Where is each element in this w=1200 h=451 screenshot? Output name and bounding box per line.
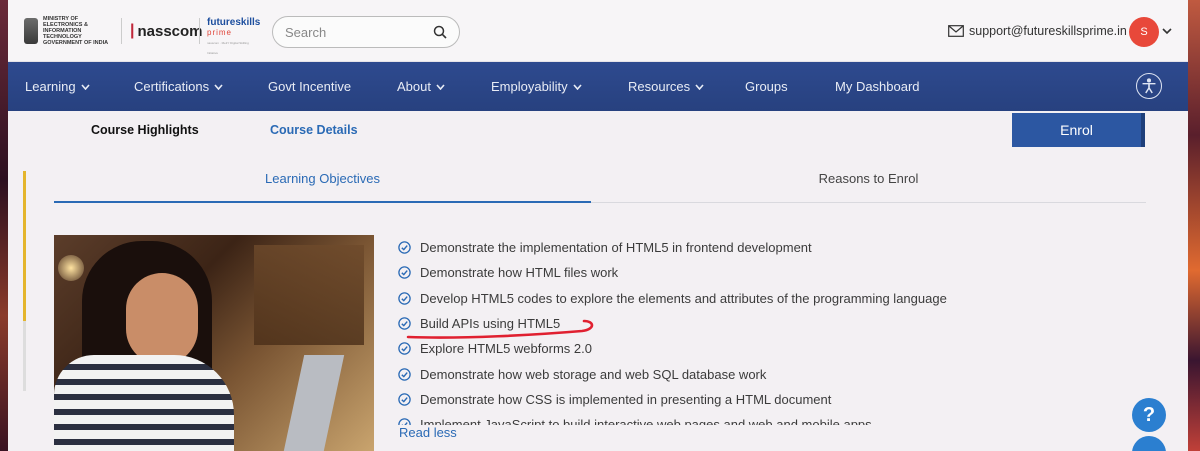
check-circle-icon [398,393,411,406]
tab-reasons-to-enrol[interactable]: Reasons to Enrol [591,163,1146,203]
ministry-text: MINISTRY OF ELECTRONICS & INFORMATION TE… [43,16,109,46]
objective-item: Develop HTML5 codes to explore the eleme… [398,286,958,311]
mail-icon [948,25,964,37]
objective-text: Implement JavaScript to build interactiv… [420,417,872,425]
objective-text: Demonstrate the implementation of HTML5 … [420,240,812,256]
user-avatar[interactable]: S [1129,17,1159,47]
objective-text: Demonstrate how web storage and web SQL … [420,366,767,382]
chevron-down-icon [436,83,445,90]
objective-text: Develop HTML5 codes to explore the eleme… [420,290,947,306]
objective-item: Demonstrate the implementation of HTML5 … [398,235,958,260]
scroll-top-button[interactable] [1132,436,1166,451]
futureskills-prime-logo[interactable]: futureskills prime nasscom · MeitY Digit… [207,18,260,58]
photo-frame-right [1186,0,1200,451]
logo-divider [199,18,200,44]
logo-divider [121,18,122,44]
nasscom-mark-icon: | [130,22,135,39]
enrol-button[interactable]: Enrol [1012,113,1145,147]
accessibility-icon[interactable] [1136,73,1162,99]
nav-item-my-dashboard[interactable]: My Dashboard [835,79,920,94]
course-content: Course Highlights Course Details Enrol L… [8,111,1188,451]
nav-item-certifications[interactable]: Certifications [134,79,223,94]
chevron-down-icon [214,83,223,90]
objective-text: Demonstrate how HTML files work [420,265,619,281]
hand-drawn-underline [406,319,594,339]
browser-screen: MINISTRY OF ELECTRONICS & INFORMATION TE… [8,0,1188,451]
course-image [54,235,374,451]
nav-item-about[interactable]: About [397,79,445,94]
main-nav: Learning Certifications Govt Incentive A… [8,62,1188,111]
national-emblem-icon [24,18,38,44]
chevron-down-icon [572,83,582,90]
nav-item-learning[interactable]: Learning [25,79,90,94]
tab-course-highlights[interactable]: Course Highlights [91,123,199,137]
objective-item: Implement JavaScript to build interactiv… [398,412,958,425]
chevron-down-icon [81,83,90,90]
check-circle-icon [398,291,411,305]
check-circle-icon [398,266,411,280]
scrollbar-thumb[interactable] [23,171,26,321]
search-box[interactable] [272,16,460,48]
support-email-link[interactable]: support@futureskillsprime.in [948,24,1127,38]
search-input[interactable] [285,24,435,40]
objective-item: Demonstrate how CSS is implemented in pr… [398,387,958,412]
nav-item-resources[interactable]: Resources [628,79,704,94]
course-tabs: Course Highlights Course Details Enrol [8,111,1188,151]
nav-item-groups[interactable]: Groups [745,79,788,94]
nav-item-employability[interactable]: Employability [491,79,582,94]
objective-item: Demonstrate how HTML files work [398,260,958,285]
search-icon[interactable] [433,25,447,39]
nav-item-govt-incentive[interactable]: Govt Incentive [268,79,351,94]
read-less-link[interactable]: Read less [399,425,457,440]
objective-text: Demonstrate how CSS is implemented in pr… [420,391,832,407]
tab-course-details[interactable]: Course Details [270,123,358,137]
help-button[interactable]: ? [1132,398,1166,432]
objectives-tabs: Learning Objectives Reasons to Enrol [54,163,1146,203]
chevron-down-icon [695,83,704,90]
tab-learning-objectives[interactable]: Learning Objectives [54,163,591,203]
objective-item: Demonstrate how web storage and web SQL … [398,361,958,386]
meity-logo[interactable]: MINISTRY OF ELECTRONICS & INFORMATION TE… [24,16,121,46]
top-header: MINISTRY OF ELECTRONICS & INFORMATION TE… [8,0,1188,62]
check-circle-icon [398,367,411,381]
section-scrollbar[interactable] [23,171,26,391]
check-circle-icon [398,418,411,425]
check-circle-icon [398,241,411,254]
chevron-down-icon[interactable] [1162,27,1172,35]
nasscom-logo[interactable]: | nasscom [130,22,203,40]
